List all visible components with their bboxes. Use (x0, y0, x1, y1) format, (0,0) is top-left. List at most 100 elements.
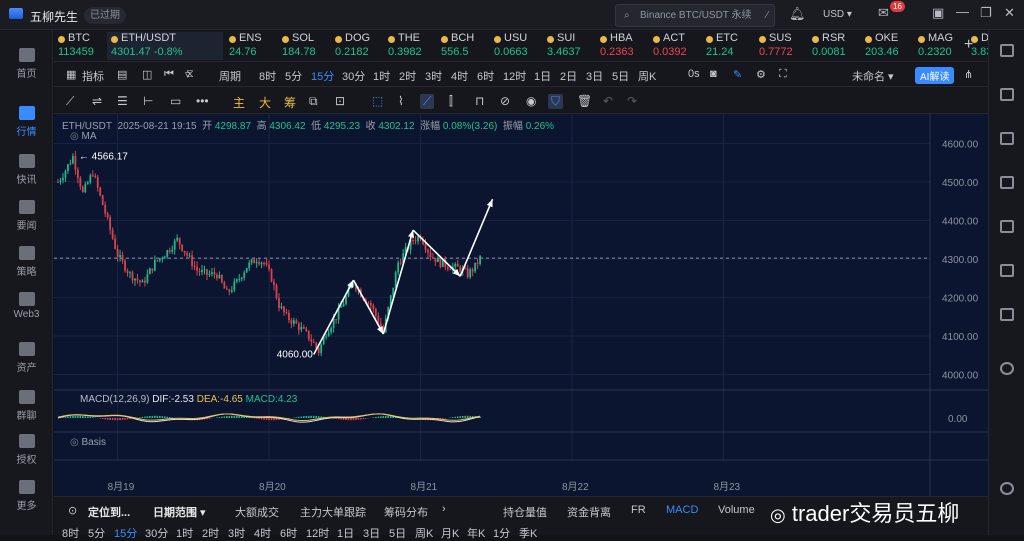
ray-icon[interactable]: ⊢ (143, 94, 153, 108)
ticker-item[interactable]: SUI3.4637 (543, 32, 601, 60)
trash-icon[interactable]: 🗑︎ (577, 94, 592, 108)
bell-icon[interactable]: 🔔︎ (789, 6, 806, 22)
trendline-icon[interactable]: ⟋ (66, 94, 74, 109)
ticker-item[interactable]: BCH556.5 (437, 32, 495, 60)
tab-divergence[interactable]: 资金背离 (567, 504, 611, 520)
ai-analyze-button[interactable]: AI解读 (915, 67, 954, 84)
bottom-interval-1日[interactable]: 1日 (337, 525, 354, 541)
status-badge[interactable]: 已过期 (84, 7, 126, 24)
bottom-interval-1分[interactable]: 1分 (493, 525, 510, 541)
bottom-interval-5日[interactable]: 5日 (389, 525, 406, 541)
bottom-interval-4时[interactable]: 4时 (254, 525, 271, 541)
magnet-icon[interactable]: ⊘ (500, 94, 510, 108)
redo-icon[interactable]: ↷ (627, 94, 637, 108)
interval-1日[interactable]: 1日 (534, 68, 551, 84)
chip-button[interactable]: 筹 (284, 94, 296, 111)
chart-canvas[interactable]: 4000.004100.004200.004300.004400.004500.… (54, 114, 988, 496)
ticker-item[interactable]: OKE203.46 (861, 32, 919, 60)
interval-6时[interactable]: 6时 (477, 68, 494, 84)
ticker-item[interactable]: ETH/USDT4301.47 -0.8% (107, 32, 223, 60)
interval-4时[interactable]: 4时 (451, 68, 468, 84)
bottom-interval-3时[interactable]: 3时 (228, 525, 245, 541)
macd-legend[interactable]: MACD(12,26,9) DIF:-2.53 DEA:-4.65 MACD:4… (80, 394, 297, 405)
tab-main-orders[interactable]: 主力大单跟踪 (300, 504, 366, 520)
calendar-icon[interactable]: ▤ (117, 68, 127, 81)
layout-name[interactable]: 未命名 ▾ (852, 68, 894, 84)
bottom-interval-周K[interactable]: 周K (415, 525, 433, 541)
help-icon[interactable] (1000, 482, 1014, 495)
interval-3日[interactable]: 3日 (586, 68, 603, 84)
bottom-interval-2时[interactable]: 2时 (202, 525, 219, 541)
eye-icon[interactable]: ◎ (70, 131, 79, 142)
sidebar-item-7[interactable]: 群聊 (0, 390, 53, 422)
indicator-button[interactable]: 指标 (82, 68, 104, 84)
ticker-item[interactable]: SUS0.7772 (755, 32, 813, 60)
bottom-interval-3日[interactable]: 3日 (363, 525, 380, 541)
camera-icon[interactable]: ◙ (710, 68, 717, 80)
measure-icon[interactable]: ⌇ (398, 94, 404, 108)
cursor-icon[interactable]: ⬚ (372, 94, 383, 108)
minimize-icon[interactable]: — (956, 4, 969, 19)
notes-icon[interactable] (1000, 264, 1014, 277)
ticker-item[interactable]: USU0.0663 (490, 32, 548, 60)
bottom-interval-年K[interactable]: 年K (467, 525, 485, 541)
ticker-item[interactable]: ACT0.0392 (649, 32, 707, 60)
interval-5分[interactable]: 5分 (285, 68, 302, 84)
interval-3时[interactable]: 3时 (425, 68, 442, 84)
fullscreen-icon[interactable]: ⛶ (779, 68, 787, 81)
ticker-item[interactable]: MAG0.2320 (914, 32, 972, 60)
tab-open-interest[interactable]: 持仓量值 (503, 504, 547, 520)
rewind-icon[interactable]: ⏮ (164, 68, 174, 81)
tab-chip-distribution[interactable]: 筹码分布 (384, 504, 428, 520)
sidebar-item-1[interactable]: 行情 (0, 106, 53, 138)
locate-button[interactable]: 定位到... (88, 504, 130, 520)
orderbook-icon[interactable] (1000, 88, 1014, 101)
sidebar-item-5[interactable]: Web3 (0, 292, 53, 320)
bottom-interval-8时[interactable]: 8时 (62, 525, 79, 541)
bottom-interval-月K[interactable]: 月K (441, 525, 459, 541)
pencil-icon[interactable]: ✎ (733, 68, 742, 81)
undo-icon[interactable]: ↶ (603, 94, 613, 108)
basis-pane-label[interactable]: ◎ Basis (70, 437, 106, 448)
ma-legend[interactable]: ◎ MA (70, 131, 97, 142)
interval-15分[interactable]: 15分 (311, 68, 334, 84)
ticker-item[interactable]: ENS24.76 (225, 32, 283, 60)
bottom-interval-5分[interactable]: 5分 (88, 525, 105, 541)
rectangle-icon[interactable]: ▭ (170, 94, 181, 108)
date-range-button[interactable]: 日期范围 ▾ (153, 504, 206, 520)
template-icon[interactable]: ⊡ (335, 94, 345, 108)
locate-icon[interactable]: ⊙ (68, 504, 77, 517)
bottom-interval-1时[interactable]: 1时 (176, 525, 193, 541)
share-icon[interactable]: ⋔ (964, 68, 973, 81)
interval-2时[interactable]: 2时 (399, 68, 416, 84)
chart-area[interactable]: 4000.004100.004200.004300.004400.004500.… (54, 114, 988, 496)
sidebar-item-9[interactable]: 更多 (0, 480, 53, 512)
ticker-item[interactable]: RSR0.0081 (808, 32, 866, 60)
filter-icon[interactable]: ⛉ (548, 94, 563, 109)
settings-icon[interactable]: ⚙ (756, 68, 766, 81)
interval-12时[interactable]: 12时 (503, 68, 526, 84)
draw-active-icon[interactable]: ⟋ (420, 94, 434, 109)
document-icon[interactable] (1000, 132, 1014, 145)
sidebar-item-4[interactable]: 策略 (0, 246, 53, 278)
bottom-interval-季K[interactable]: 季K (519, 525, 537, 541)
interval-5日[interactable]: 5日 (612, 68, 629, 84)
sidebar-item-0[interactable]: 首页 (0, 48, 53, 80)
more-drawing-icon[interactable]: ••• (196, 94, 209, 108)
interval-8时[interactable]: 8时 (259, 68, 276, 84)
tab-fr[interactable]: FR (631, 504, 646, 516)
eye-icon[interactable]: ◉ (526, 94, 536, 108)
bottom-interval-15分[interactable]: 15分 (114, 525, 137, 541)
table-icon[interactable] (1000, 220, 1014, 233)
compare-icon[interactable]: ⧉ (309, 94, 318, 109)
candle-type-icon[interactable]: ⫿ (449, 94, 453, 109)
calendar-icon[interactable] (1000, 308, 1014, 321)
currency-select[interactable]: USD ▾ (823, 9, 852, 20)
sidebar-item-6[interactable]: 资产 (0, 342, 53, 374)
tab-macd[interactable]: MACD (666, 504, 698, 516)
large-order-button[interactable]: 大 (259, 94, 271, 111)
interval-周K[interactable]: 周K (638, 68, 656, 84)
sidebar-item-2[interactable]: 快讯 (0, 154, 53, 186)
sidebar-item-3[interactable]: 要闻 (0, 200, 53, 232)
eye-icon[interactable]: ◎ (70, 437, 79, 448)
